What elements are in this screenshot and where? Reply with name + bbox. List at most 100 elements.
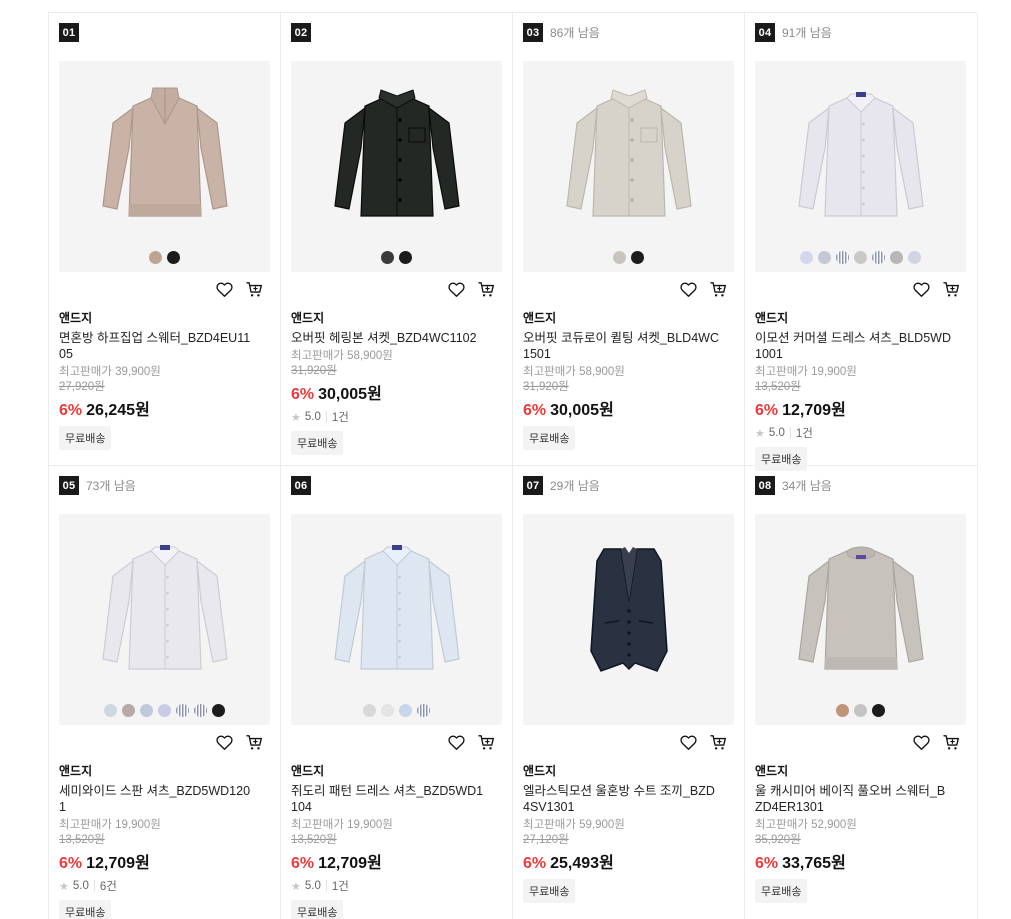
product-image[interactable] [59,61,270,272]
free-shipping-badge: 무료배송 [523,879,576,903]
original-price: 31,920원 [523,381,569,393]
color-swatch[interactable] [104,704,117,717]
product-image[interactable] [523,61,734,272]
wishlist-button[interactable] [911,279,931,299]
add-to-cart-button[interactable] [708,279,728,299]
color-swatch[interactable] [872,704,885,717]
rating-score: 5.0 [768,427,785,439]
product-name[interactable]: 엘라스틱모션 울혼방 수트 조끼_BZD4SV1301 [523,783,719,815]
garment-image [101,544,228,670]
product-card-06[interactable]: 06 앤드지 쥐도리 패턴 드레스 셔츠_BZD5WD1104 최고판매가 19… [281,466,513,919]
rank-row: 01 [59,23,270,42]
color-swatch[interactable] [149,251,162,264]
color-swatch[interactable] [399,704,412,717]
color-swatch[interactable] [854,704,867,717]
sale-price: 12,709원 [86,855,150,872]
product-name[interactable]: 면혼방 하프집업 스웨터_BZD4EU1105 [59,330,255,362]
brand-name[interactable]: 앤드지 [291,762,502,779]
wishlist-button[interactable] [214,732,234,752]
price-row: 6% 12,709원 [291,849,502,873]
brand-name[interactable]: 앤드지 [523,762,734,779]
product-image[interactable] [59,514,270,725]
color-swatch[interactable] [381,251,394,264]
cart-icon [942,281,959,297]
product-image[interactable] [755,61,966,272]
discount-rate: 6% [755,855,779,872]
wishlist-button[interactable] [446,732,466,752]
product-card-04[interactable]: 04 91개 남음 앤드지 이모션 커머셜 드레스 셔츠_BLD5WD1001 … [745,13,978,471]
color-swatch[interactable] [631,251,644,264]
color-swatch[interactable] [194,704,207,717]
product-image[interactable] [291,514,502,725]
brand-name[interactable]: 앤드지 [755,309,967,326]
rank-row: 02 [291,23,502,42]
brand-name[interactable]: 앤드지 [523,309,734,326]
add-to-cart-button[interactable] [476,279,496,299]
card-actions [291,725,502,759]
add-to-cart-button[interactable] [708,732,728,752]
price-row: 6% 12,709원 [59,849,270,873]
color-swatches [59,704,270,717]
product-name[interactable]: 오버핏 헤링본 셔켓_BZD4WC1102 [291,330,487,346]
product-image[interactable] [523,514,734,725]
color-swatch[interactable] [417,704,430,717]
product-card-05[interactable]: 05 73개 남음 앤드지 세미와이드 스판 셔츠_BZD5WD1201 최고판… [49,466,281,919]
color-swatch[interactable] [908,251,921,264]
max-price: 최고판매가 59,900원 [523,819,625,831]
brand-name[interactable]: 앤드지 [59,762,270,779]
color-swatch[interactable] [167,251,180,264]
color-swatches [291,704,502,717]
color-swatch[interactable] [212,704,225,717]
color-swatch[interactable] [836,251,849,264]
product-name[interactable]: 쥐도리 패턴 드레스 셔츠_BZD5WD1104 [291,783,487,815]
color-swatch[interactable] [818,251,831,264]
color-swatch[interactable] [381,704,394,717]
max-price: 최고판매가 39,900원 [59,366,161,378]
product-card-03[interactable]: 03 86개 남음 앤드지 오버핏 코듀로이 퀼팅 셔켓_BLD4WC1501 … [513,13,745,466]
color-swatch[interactable] [836,704,849,717]
sale-price: 33,765원 [782,855,846,872]
color-swatch[interactable] [800,251,813,264]
product-image[interactable] [755,514,966,725]
color-swatch[interactable] [122,704,135,717]
product-card-02[interactable]: 02 앤드지 오버핏 헤링본 셔켓_BZD4WC1102 최고판매가 58,90… [281,13,513,466]
product-card-08[interactable]: 08 34개 남음 앤드지 울 캐시미어 베이직 풀오버 스웨터_BZD4ER1… [745,466,978,919]
brand-name[interactable]: 앤드지 [59,309,270,326]
add-to-cart-button[interactable] [476,732,496,752]
brand-name[interactable]: 앤드지 [755,762,967,779]
product-grid: 01 앤드지 면혼방 하프집업 스웨터_BZD4EU1105 최고판매가 39,… [48,12,978,919]
wishlist-button[interactable] [678,732,698,752]
wishlist-button[interactable] [214,279,234,299]
add-to-cart-button[interactable] [244,279,264,299]
color-swatch[interactable] [890,251,903,264]
color-swatch[interactable] [140,704,153,717]
color-swatch[interactable] [399,251,412,264]
color-swatch[interactable] [363,704,376,717]
color-swatch[interactable] [872,251,885,264]
brand-name[interactable]: 앤드지 [291,309,502,326]
heart-icon [912,735,930,750]
product-name[interactable]: 오버핏 코듀로이 퀼팅 셔켓_BLD4WC1501 [523,330,719,362]
product-image[interactable] [291,61,502,272]
wishlist-button[interactable] [446,279,466,299]
product-name[interactable]: 울 캐시미어 베이직 풀오버 스웨터_BZD4ER1301 [755,783,951,815]
color-swatch[interactable] [613,251,626,264]
add-to-cart-button[interactable] [941,279,961,299]
wishlist-button[interactable] [678,279,698,299]
color-swatch[interactable] [854,251,867,264]
price-row: 6% 25,493원 [523,849,734,873]
product-card-07[interactable]: 07 29개 남음 앤드지 엘라스틱모션 울혼방 수트 조끼_BZD4SV130… [513,466,745,919]
color-swatch[interactable] [158,704,171,717]
product-name[interactable]: 세미와이드 스판 셔츠_BZD5WD1201 [59,783,255,815]
max-price: 최고판매가 58,900원 [291,350,393,362]
price-row: 6% 30,005원 [523,396,734,420]
add-to-cart-button[interactable] [941,732,961,752]
rating-row: ★ 5.0 | 6건 [59,878,270,894]
product-card-01[interactable]: 01 앤드지 면혼방 하프집업 스웨터_BZD4EU1105 최고판매가 39,… [49,13,281,466]
cart-icon [942,734,959,750]
product-name[interactable]: 이모션 커머셜 드레스 셔츠_BLD5WD1001 [755,330,951,362]
add-to-cart-button[interactable] [244,732,264,752]
color-swatch[interactable] [176,704,189,717]
wishlist-button[interactable] [911,732,931,752]
card-actions [291,272,502,306]
